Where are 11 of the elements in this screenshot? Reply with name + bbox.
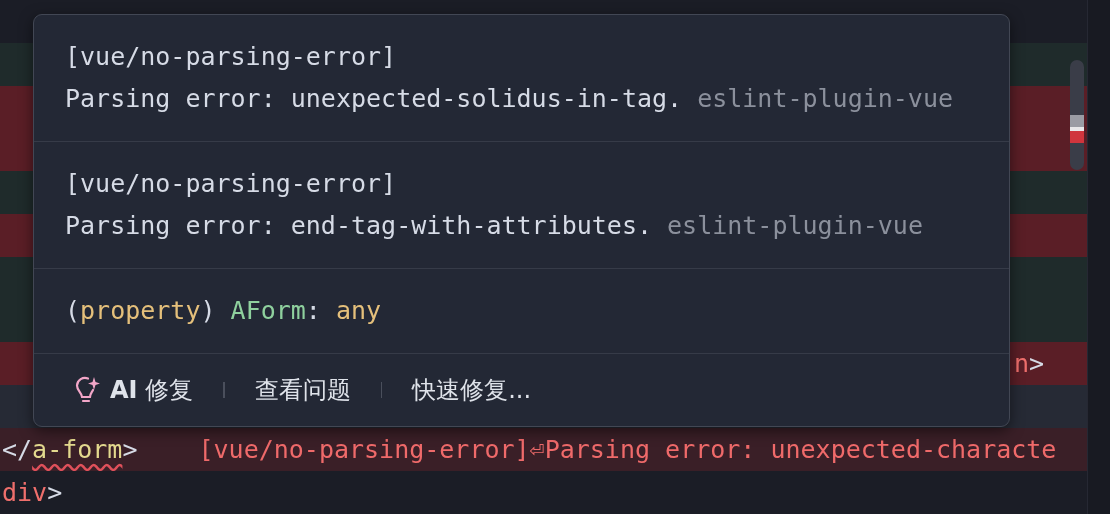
sparkle-bulb-icon <box>74 375 100 405</box>
inline-error-message: [vue/no-parsing-error]⏎Parsing error: unexpected-characte <box>198 434 1057 464</box>
error-message: Parsing error: end-tag-with-attributes. eslint-plugin-vue <box>65 210 924 242</box>
rule-name: [vue/no-parsing-error] <box>65 168 398 200</box>
type-signature: (property) AForm: any <box>65 295 383 327</box>
action-link[interactable]: 快速修复... <box>412 374 532 406</box>
action-link[interactable]: 查看问题 <box>254 374 351 406</box>
action-link[interactable]: AI 修复 <box>74 374 194 406</box>
scrollbar[interactable] <box>1070 60 1084 170</box>
rule-name: [vue/no-parsing-error] <box>65 41 398 73</box>
error-message: Parsing error: unexpected-solidus-in-tag. eslint-plugin-vue <box>65 83 955 115</box>
